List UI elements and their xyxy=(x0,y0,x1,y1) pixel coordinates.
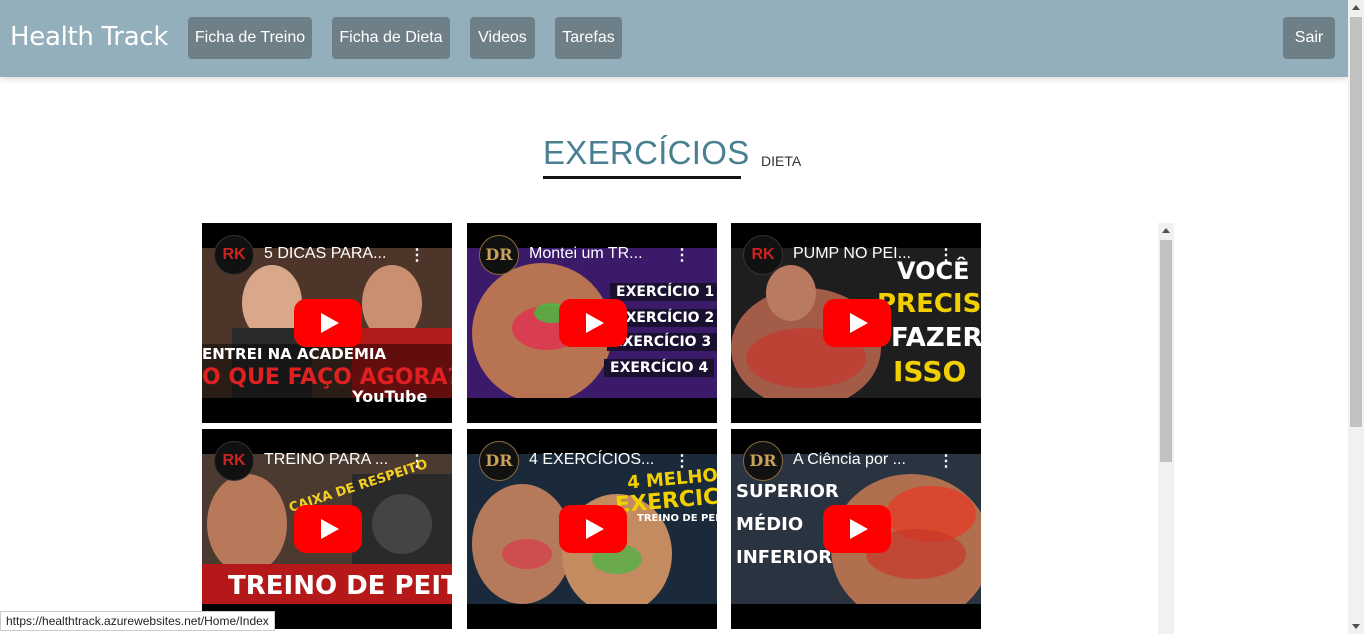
video-card[interactable]: 4 MELHORES EXERCICIOS TREINO DE PEITO DR… xyxy=(467,429,717,629)
play-button[interactable] xyxy=(559,505,627,553)
video-title[interactable]: A Ciência por ... xyxy=(793,451,906,469)
video-card[interactable]: SUPERIOR MÉDIO INFERIOR DR A Ciência por… xyxy=(731,429,981,629)
video-title[interactable]: Montei um TR... xyxy=(529,245,643,263)
video-card[interactable]: EXERCÍCIO 1 EXERCÍCIO 2 EXERCÍCIO 3 EXER… xyxy=(467,223,717,423)
thumbnail-caption: TREINO DE PEITO xyxy=(637,513,717,524)
channel-avatar[interactable]: DR xyxy=(743,441,783,481)
more-options-icon[interactable]: ⋮ xyxy=(938,451,954,471)
thumbnail-caption: ENTREI NA ACADEMIA xyxy=(202,345,387,363)
nav-videos-button[interactable]: Videos xyxy=(470,17,535,59)
scroll-up-arrow-icon[interactable] xyxy=(1352,5,1360,10)
active-tab-indicator xyxy=(543,176,741,179)
link-status-bar: https://healthtrack.azurewebsites.net/Ho… xyxy=(0,611,275,631)
video-title[interactable]: TREINO PARA ... xyxy=(264,451,388,469)
more-options-icon[interactable]: ⋮ xyxy=(674,451,690,471)
play-button[interactable] xyxy=(823,505,891,553)
thumbnail-caption: PRECISA xyxy=(877,289,981,319)
scrollbar-thumb[interactable] xyxy=(1350,17,1362,427)
video-card[interactable]: VOCÊ PRECISA FAZER ISSO RK PUMP NO PEI..… xyxy=(731,223,981,423)
thumbnail-caption: MÉDIO xyxy=(736,514,804,535)
video-card[interactable]: CAIXA DE RESPEITO TREINO DE PEITORAL RK … xyxy=(202,429,452,629)
more-options-icon[interactable]: ⋮ xyxy=(674,245,690,265)
nav-ficha-treino-button[interactable]: Ficha de Treino xyxy=(188,17,312,59)
channel-avatar[interactable]: DR xyxy=(479,235,519,275)
logout-button[interactable]: Sair xyxy=(1283,17,1335,59)
play-button[interactable] xyxy=(823,299,891,347)
thumbnail-caption: ISSO xyxy=(893,355,967,388)
play-button[interactable] xyxy=(559,299,627,347)
channel-avatar[interactable]: DR xyxy=(479,441,519,481)
channel-avatar[interactable]: RK xyxy=(743,235,783,275)
video-card[interactable]: ENTREI NA ACADEMIA O QUE FAÇO AGORA? You… xyxy=(202,223,452,423)
tab-dieta[interactable]: DIETA xyxy=(761,153,801,169)
video-grid: ENTREI NA ACADEMIA O QUE FAÇO AGORA? You… xyxy=(202,223,1174,634)
top-navbar: Health Track Ficha de Treino Ficha de Di… xyxy=(0,0,1348,77)
more-options-icon[interactable]: ⋮ xyxy=(409,451,425,471)
tab-exercicios[interactable]: EXERCÍCIOS xyxy=(543,134,750,172)
nav-tarefas-button[interactable]: Tarefas xyxy=(555,17,622,59)
video-title[interactable]: 4 EXERCÍCIOS... xyxy=(529,451,654,469)
channel-avatar[interactable]: RK xyxy=(214,235,254,275)
thumbnail-caption: INFERIOR xyxy=(736,547,833,568)
video-title[interactable]: PUMP NO PEI... xyxy=(793,245,911,263)
thumbnail-caption: SUPERIOR xyxy=(736,481,839,502)
thumbnail-caption: FAZER xyxy=(891,323,981,353)
thumbnail-caption: TREINO DE PEITORAL xyxy=(228,571,452,601)
youtube-watermark: YouTube xyxy=(352,387,428,406)
more-options-icon[interactable]: ⋮ xyxy=(409,245,425,265)
thumbnail-caption: EXERCÍCIO 1 xyxy=(610,283,717,301)
scroll-down-arrow-icon[interactable] xyxy=(1352,624,1360,629)
channel-avatar[interactable]: RK xyxy=(214,441,254,481)
more-options-icon[interactable]: ⋮ xyxy=(938,245,954,265)
scroll-up-arrow-icon[interactable] xyxy=(1162,228,1170,233)
nav-ficha-dieta-button[interactable]: Ficha de Dieta xyxy=(332,17,450,59)
scrollbar-thumb[interactable] xyxy=(1160,240,1172,462)
brand-logo[interactable]: Health Track xyxy=(10,22,168,52)
play-button[interactable] xyxy=(294,299,362,347)
page-scrollbar[interactable] xyxy=(1348,0,1364,634)
play-button[interactable] xyxy=(294,505,362,553)
video-panel-scrollbar[interactable] xyxy=(1158,223,1174,634)
thumbnail-caption: EXERCÍCIO 4 xyxy=(604,359,715,377)
video-title[interactable]: 5 DICAS PARA... xyxy=(264,245,386,263)
